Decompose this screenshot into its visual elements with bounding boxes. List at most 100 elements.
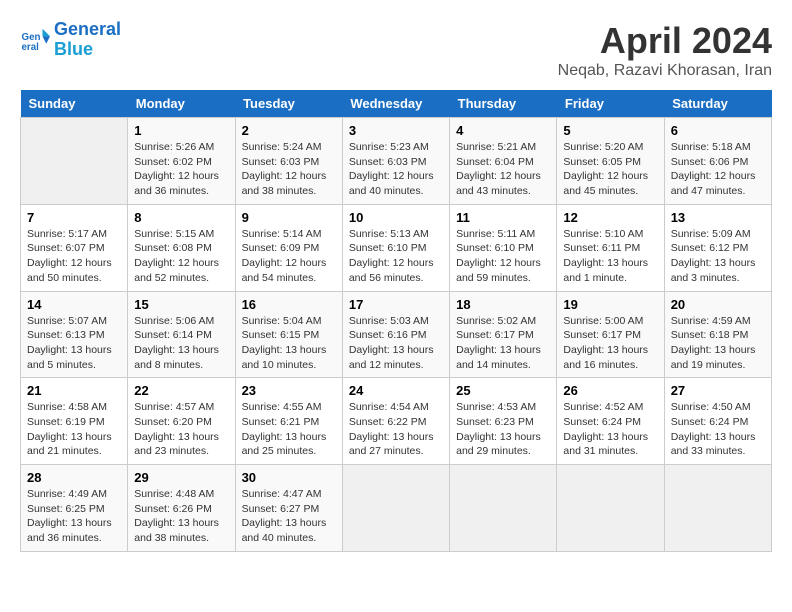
- day-number: 10: [349, 210, 443, 225]
- weekday-header-wednesday: Wednesday: [342, 90, 449, 118]
- day-number: 21: [27, 383, 121, 398]
- calendar-body: 1Sunrise: 5:26 AM Sunset: 6:02 PM Daylig…: [21, 118, 772, 552]
- day-number: 9: [242, 210, 336, 225]
- day-info: Sunrise: 4:55 AM Sunset: 6:21 PM Dayligh…: [242, 400, 336, 459]
- calendar-cell: 14 Sunrise: 5:07 AM Sunset: 6:13 PM Dayli…: [21, 291, 128, 378]
- calendar-cell: 26 Sunrise: 4:52 AM Sunset: 6:24 PM Dayli…: [557, 378, 664, 465]
- day-info: Sunrise: 4:58 AM Sunset: 6:19 PM Dayligh…: [27, 400, 121, 459]
- calendar-cell: 1Sunrise: 5:26 AM Sunset: 6:02 PM Daylig…: [128, 118, 235, 205]
- day-number: 6: [671, 123, 765, 138]
- day-number: 29: [134, 470, 228, 485]
- day-info: Sunrise: 5:09 AM Sunset: 6:12 PM Dayligh…: [671, 227, 765, 286]
- logo-text: General Blue: [54, 20, 121, 60]
- calendar-cell: 29 Sunrise: 4:48 AM Sunset: 6:26 PM Dayli…: [128, 465, 235, 552]
- page-header: Gen eral General Blue April 2024 Neqab, …: [20, 20, 772, 80]
- day-number: 3: [349, 123, 443, 138]
- calendar-cell: 3Sunrise: 5:23 AM Sunset: 6:03 PM Daylig…: [342, 118, 449, 205]
- day-info: Sunrise: 5:04 AM Sunset: 6:15 PM Dayligh…: [242, 314, 336, 373]
- calendar-cell: 11 Sunrise: 5:11 AM Sunset: 6:10 PM Dayli…: [450, 204, 557, 291]
- day-info: Sunrise: 5:02 AM Sunset: 6:17 PM Dayligh…: [456, 314, 550, 373]
- calendar-cell: 20 Sunrise: 4:59 AM Sunset: 6:18 PM Dayli…: [664, 291, 771, 378]
- day-info: Sunrise: 4:54 AM Sunset: 6:22 PM Dayligh…: [349, 400, 443, 459]
- day-number: 2: [242, 123, 336, 138]
- calendar-cell: 13 Sunrise: 5:09 AM Sunset: 6:12 PM Dayli…: [664, 204, 771, 291]
- day-number: 8: [134, 210, 228, 225]
- calendar-cell: [342, 465, 449, 552]
- day-info: Sunrise: 5:07 AM Sunset: 6:13 PM Dayligh…: [27, 314, 121, 373]
- week-row-5: 28Sunrise: 4:49 AM Sunset: 6:25 PM Dayli…: [21, 465, 772, 552]
- calendar-cell: 7 Sunrise: 5:17 AM Sunset: 6:07 PM Daylig…: [21, 204, 128, 291]
- day-info: Sunrise: 4:53 AM Sunset: 6:23 PM Dayligh…: [456, 400, 550, 459]
- day-number: 25: [456, 383, 550, 398]
- day-info: Sunrise: 5:20 AM Sunset: 6:05 PM Dayligh…: [563, 140, 657, 199]
- calendar-cell: [21, 118, 128, 205]
- day-info: Sunrise: 5:15 AM Sunset: 6:08 PM Dayligh…: [134, 227, 228, 286]
- logo: Gen eral General Blue: [20, 20, 121, 60]
- day-info: Sunrise: 5:18 AM Sunset: 6:06 PM Dayligh…: [671, 140, 765, 199]
- day-info: Sunrise: 4:59 AM Sunset: 6:18 PM Dayligh…: [671, 314, 765, 373]
- calendar-cell: 4 Sunrise: 5:21 AM Sunset: 6:04 PM Daylig…: [450, 118, 557, 205]
- calendar-cell: [557, 465, 664, 552]
- day-number: 13: [671, 210, 765, 225]
- day-info: Sunrise: 4:57 AM Sunset: 6:20 PM Dayligh…: [134, 400, 228, 459]
- weekday-header-monday: Monday: [128, 90, 235, 118]
- week-row-4: 21 Sunrise: 4:58 AM Sunset: 6:19 PM Dayli…: [21, 378, 772, 465]
- day-info: Sunrise: 4:48 AM Sunset: 6:26 PM Dayligh…: [134, 487, 228, 546]
- day-info: Sunrise: 5:24 AM Sunset: 6:03 PM Dayligh…: [242, 140, 336, 199]
- calendar-cell: 2 Sunrise: 5:24 AM Sunset: 6:03 PM Daylig…: [235, 118, 342, 205]
- day-number: 28: [27, 470, 121, 485]
- weekday-header-thursday: Thursday: [450, 90, 557, 118]
- calendar-cell: 18 Sunrise: 5:02 AM Sunset: 6:17 PM Dayli…: [450, 291, 557, 378]
- day-number: 12: [563, 210, 657, 225]
- calendar-cell: 22 Sunrise: 4:57 AM Sunset: 6:20 PM Dayli…: [128, 378, 235, 465]
- day-info: Sunrise: 4:47 AM Sunset: 6:27 PM Dayligh…: [242, 487, 336, 546]
- title-block: April 2024 Neqab, Razavi Khorasan, Iran: [558, 20, 772, 80]
- day-info: Sunrise: 5:11 AM Sunset: 6:10 PM Dayligh…: [456, 227, 550, 286]
- day-number: 19: [563, 297, 657, 312]
- calendar-cell: 10Sunrise: 5:13 AM Sunset: 6:10 PM Dayli…: [342, 204, 449, 291]
- day-number: 20: [671, 297, 765, 312]
- day-info: Sunrise: 5:17 AM Sunset: 6:07 PM Dayligh…: [27, 227, 121, 286]
- calendar-cell: 9 Sunrise: 5:14 AM Sunset: 6:09 PM Daylig…: [235, 204, 342, 291]
- day-info: Sunrise: 5:21 AM Sunset: 6:04 PM Dayligh…: [456, 140, 550, 199]
- calendar-cell: 16 Sunrise: 5:04 AM Sunset: 6:15 PM Dayli…: [235, 291, 342, 378]
- day-number: 26: [563, 383, 657, 398]
- day-number: 23: [242, 383, 336, 398]
- day-number: 11: [456, 210, 550, 225]
- week-row-3: 14 Sunrise: 5:07 AM Sunset: 6:13 PM Dayli…: [21, 291, 772, 378]
- calendar-cell: 24 Sunrise: 4:54 AM Sunset: 6:22 PM Dayli…: [342, 378, 449, 465]
- calendar-cell: 30 Sunrise: 4:47 AM Sunset: 6:27 PM Dayli…: [235, 465, 342, 552]
- calendar-cell: 17Sunrise: 5:03 AM Sunset: 6:16 PM Dayli…: [342, 291, 449, 378]
- calendar-cell: 8 Sunrise: 5:15 AM Sunset: 6:08 PM Daylig…: [128, 204, 235, 291]
- day-number: 5: [563, 123, 657, 138]
- calendar-cell: 25 Sunrise: 4:53 AM Sunset: 6:23 PM Dayli…: [450, 378, 557, 465]
- day-number: 30: [242, 470, 336, 485]
- calendar-cell: [450, 465, 557, 552]
- day-number: 22: [134, 383, 228, 398]
- calendar-cell: [664, 465, 771, 552]
- day-number: 7: [27, 210, 121, 225]
- day-info: Sunrise: 4:50 AM Sunset: 6:24 PM Dayligh…: [671, 400, 765, 459]
- day-info: Sunrise: 5:14 AM Sunset: 6:09 PM Dayligh…: [242, 227, 336, 286]
- calendar-cell: 27 Sunrise: 4:50 AM Sunset: 6:24 PM Dayli…: [664, 378, 771, 465]
- day-number: 27: [671, 383, 765, 398]
- day-number: 1: [134, 123, 228, 138]
- week-row-2: 7 Sunrise: 5:17 AM Sunset: 6:07 PM Daylig…: [21, 204, 772, 291]
- calendar-cell: 15Sunrise: 5:06 AM Sunset: 6:14 PM Dayli…: [128, 291, 235, 378]
- calendar-cell: 21 Sunrise: 4:58 AM Sunset: 6:19 PM Dayli…: [21, 378, 128, 465]
- calendar-cell: 6 Sunrise: 5:18 AM Sunset: 6:06 PM Daylig…: [664, 118, 771, 205]
- day-info: Sunrise: 4:52 AM Sunset: 6:24 PM Dayligh…: [563, 400, 657, 459]
- weekday-header-friday: Friday: [557, 90, 664, 118]
- day-number: 18: [456, 297, 550, 312]
- svg-text:eral: eral: [22, 42, 40, 53]
- calendar-cell: 19Sunrise: 5:00 AM Sunset: 6:17 PM Dayli…: [557, 291, 664, 378]
- calendar-table: SundayMondayTuesdayWednesdayThursdayFrid…: [20, 90, 772, 552]
- calendar-cell: 23 Sunrise: 4:55 AM Sunset: 6:21 PM Dayli…: [235, 378, 342, 465]
- day-number: 16: [242, 297, 336, 312]
- weekday-header-tuesday: Tuesday: [235, 90, 342, 118]
- calendar-cell: 28Sunrise: 4:49 AM Sunset: 6:25 PM Dayli…: [21, 465, 128, 552]
- day-number: 14: [27, 297, 121, 312]
- weekday-header-saturday: Saturday: [664, 90, 771, 118]
- day-number: 4: [456, 123, 550, 138]
- day-number: 24: [349, 383, 443, 398]
